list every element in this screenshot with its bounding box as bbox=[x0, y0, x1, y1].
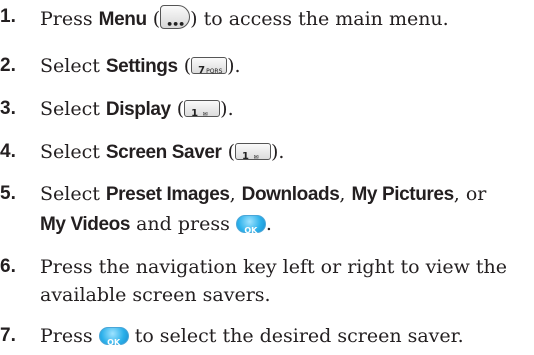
key-letters: PQRS bbox=[206, 68, 223, 75]
preset-images-term: Preset Images bbox=[105, 184, 230, 205]
ok-key-icon: OK bbox=[235, 215, 266, 235]
step-post: ). bbox=[227, 55, 241, 77]
settings-term: Settings bbox=[105, 56, 178, 77]
step-post: . bbox=[265, 213, 272, 235]
step-text: Press the navigation key left or right t… bbox=[40, 256, 508, 278]
envelope-icon: ✉ bbox=[202, 111, 208, 118]
step-text: available screen savers. bbox=[40, 284, 271, 306]
key-label: 7 bbox=[198, 65, 206, 76]
key-1-icon: 1 ✉ bbox=[234, 143, 271, 162]
paren-open: ( bbox=[221, 141, 235, 163]
step-number: 3. bbox=[0, 98, 16, 119]
my-videos-term: My Videos bbox=[40, 214, 131, 235]
step-post: to select the desired screen saver. bbox=[128, 325, 464, 347]
ok-key-label: OK bbox=[244, 226, 258, 235]
paren-open: ( bbox=[146, 8, 161, 30]
step-text: Select Preset Images, Downloads, My Pict… bbox=[40, 182, 486, 207]
paren-open: ( bbox=[177, 55, 192, 77]
menu-term: Menu bbox=[98, 9, 147, 30]
step-pre: Select bbox=[40, 55, 106, 77]
step-number: 5. bbox=[0, 183, 16, 204]
step-pre: Select bbox=[40, 141, 106, 163]
step-tail: , or bbox=[453, 183, 487, 205]
step-text: Select Settings (7PQRS). bbox=[40, 54, 241, 79]
step-pre: Select bbox=[40, 98, 106, 120]
display-term: Display bbox=[105, 99, 171, 120]
step-text: My Videos and press OK. bbox=[40, 212, 272, 237]
step-text-part: and press bbox=[130, 213, 236, 235]
envelope-icon: ✉ bbox=[253, 154, 259, 161]
step-post: ) to access the main menu. bbox=[190, 8, 449, 30]
step-pre: Press bbox=[40, 325, 99, 347]
instructions-page: 1. Press Menu (•••) to access the main m… bbox=[0, 0, 534, 350]
step-text: Select Display (1 ✉). bbox=[40, 97, 234, 122]
screen-saver-term: Screen Saver bbox=[105, 142, 222, 163]
step-post: ). bbox=[270, 141, 285, 163]
step-text: Press Menu (•••) to access the main menu… bbox=[40, 5, 449, 32]
key-1-icon: 1 ✉ bbox=[184, 100, 221, 119]
step-pre: Press bbox=[40, 8, 99, 30]
key-7-icon: 7PQRS bbox=[191, 57, 228, 76]
my-pictures-term: My Pictures bbox=[351, 184, 455, 205]
key-label: 1 bbox=[241, 151, 249, 162]
step-number: 6. bbox=[0, 256, 16, 277]
step-text: Select Screen Saver (1 ✉). bbox=[40, 140, 284, 165]
separator: , bbox=[229, 183, 242, 205]
downloads-term: Downloads bbox=[241, 184, 340, 205]
ok-key-icon: OK bbox=[98, 327, 129, 347]
step-number: 7. bbox=[0, 325, 16, 346]
step-number: 4. bbox=[0, 141, 16, 162]
ok-key-label: OK bbox=[107, 338, 121, 347]
paren-open: ( bbox=[170, 98, 185, 120]
menu-key-icon: ••• bbox=[160, 5, 191, 31]
step-number: 2. bbox=[0, 55, 16, 76]
step-post: ). bbox=[220, 98, 234, 120]
step-text: Press OK to select the desired screen sa… bbox=[40, 324, 464, 348]
step-number: 1. bbox=[0, 6, 16, 27]
separator: , bbox=[339, 183, 352, 205]
step-pre: Select bbox=[40, 183, 106, 205]
key-label: 1 bbox=[191, 108, 199, 119]
